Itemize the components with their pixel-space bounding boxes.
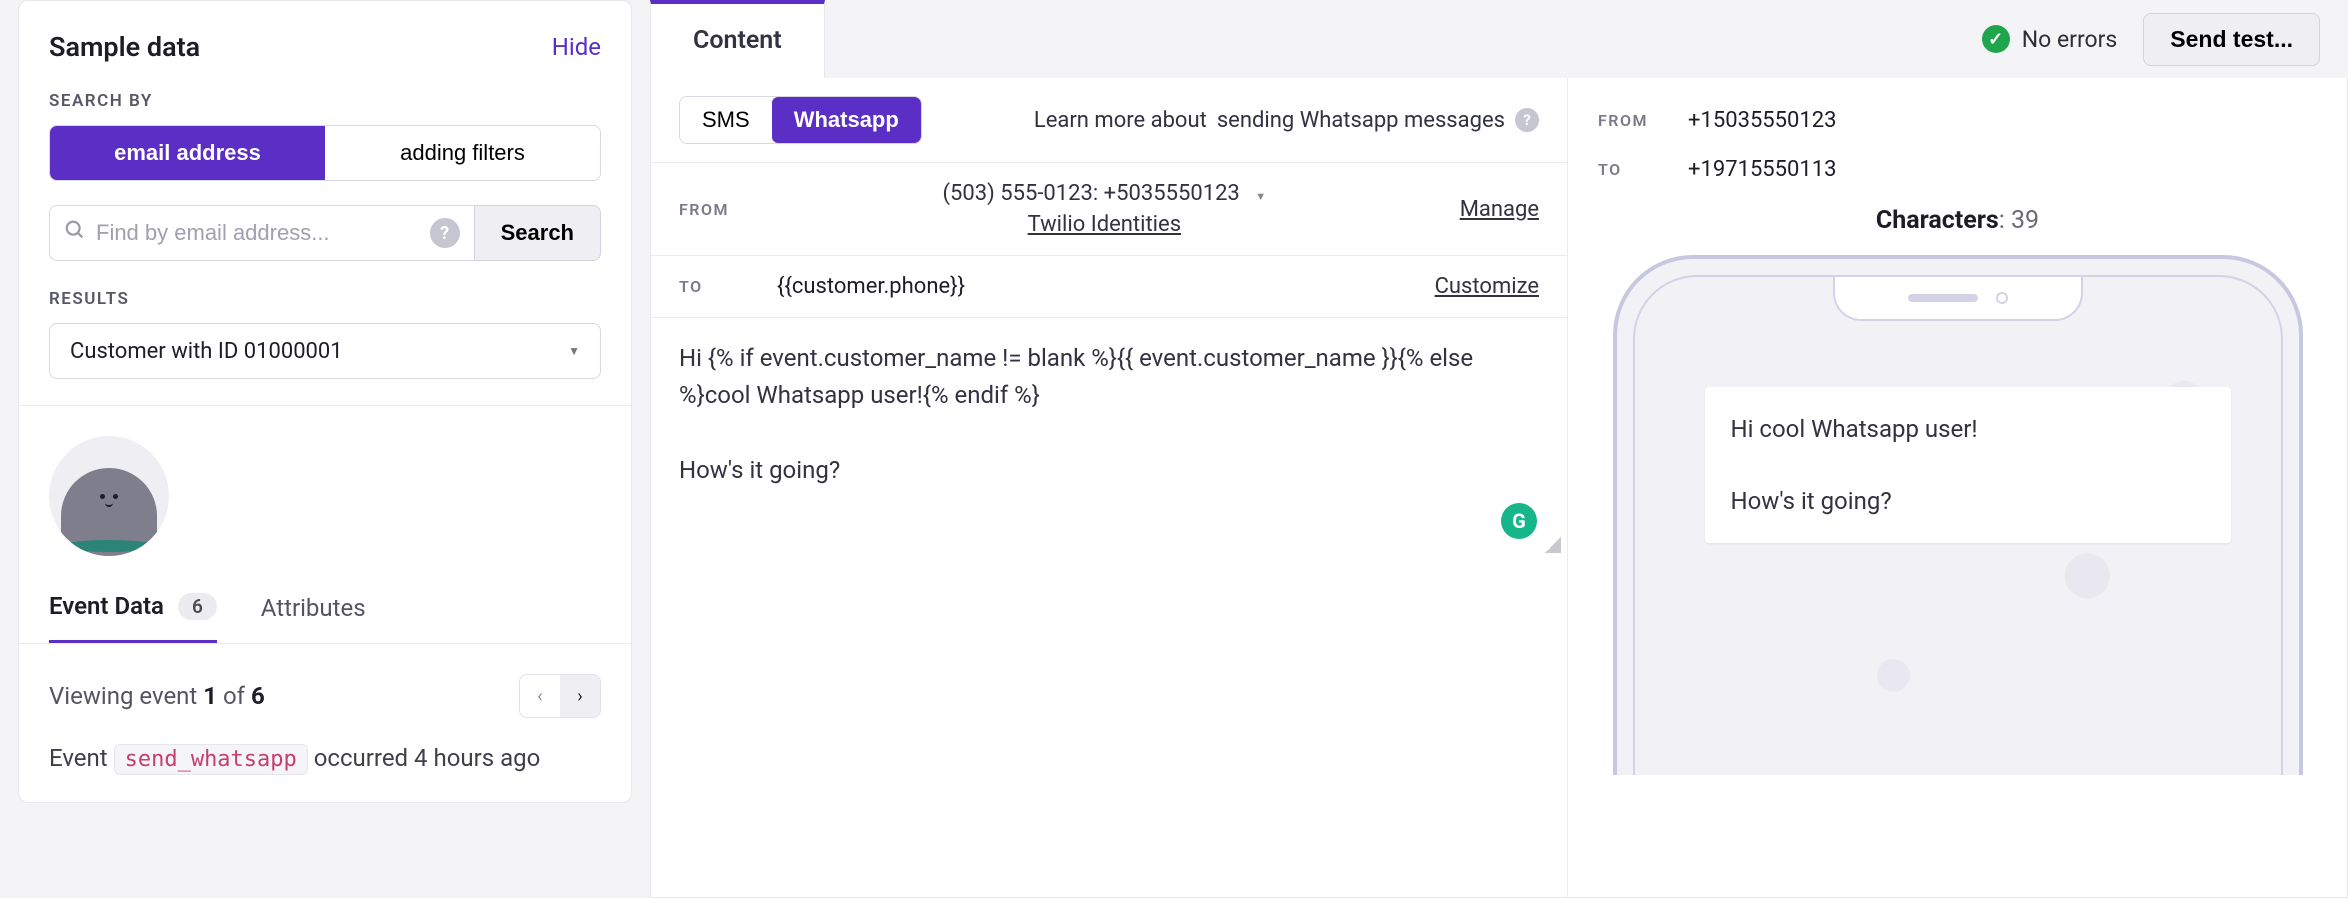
search-by-label: SEARCH BY — [49, 91, 601, 111]
grammarly-icon[interactable]: G — [1501, 503, 1537, 539]
viewing-event-text: Viewing event 1 of 6 — [49, 682, 265, 710]
camera-icon — [1996, 292, 2008, 304]
message-bubble: Hi cool Whatsapp user! How's it going? — [1705, 387, 2231, 543]
to-label: TO — [679, 277, 749, 296]
check-icon: ✓ — [1982, 25, 2010, 53]
pager-prev[interactable]: ‹ — [520, 675, 560, 717]
characters-value: 39 — [2011, 206, 2039, 235]
tab-event-data[interactable]: Event Data 6 — [49, 592, 217, 643]
preview-from-row: FROM +15035550123 — [1598, 96, 2317, 145]
to-value[interactable]: {{customer.phone}} — [777, 274, 1407, 299]
send-test-button[interactable]: Send test... — [2143, 13, 2320, 66]
preview-from-value: +15035550123 — [1688, 108, 1837, 133]
manage-link[interactable]: Manage — [1460, 197, 1539, 222]
learn-link[interactable]: sending Whatsapp messages — [1217, 108, 1505, 133]
results-select[interactable]: Customer with ID 01000001 ▼ — [49, 323, 601, 379]
viewing-total: 6 — [251, 682, 265, 710]
to-row: TO {{customer.phone}} Customize — [651, 255, 1567, 317]
event-description: Event send_whatsapp occurred 4 hours ago — [49, 718, 601, 772]
preview-from-label: FROM — [1598, 111, 1668, 130]
sample-data-title: Sample data — [49, 31, 200, 63]
twilio-identities-link[interactable]: Twilio Identities — [1028, 212, 1181, 237]
divider — [19, 405, 631, 406]
main-area: Content ✓ No errors Send test... SMS Wha… — [650, 0, 2348, 898]
event-prefix: Event — [49, 744, 114, 772]
help-icon[interactable]: ? — [430, 218, 460, 248]
seg-adding-filters[interactable]: adding filters — [325, 126, 600, 180]
results-value: Customer with ID 01000001 — [70, 339, 343, 364]
characters-count: Characters: 39 — [1598, 206, 2317, 235]
search-input[interactable] — [96, 220, 420, 246]
viewing-of: of — [217, 682, 251, 710]
preview-to-value: +19715550113 — [1688, 157, 1837, 182]
characters-label: Characters — [1876, 206, 1999, 235]
sample-data-header: Sample data Hide — [49, 31, 601, 63]
topbar: Content ✓ No errors Send test... — [650, 0, 2348, 78]
message-body-input[interactable]: Hi {% if event.customer_name != blank %}… — [651, 317, 1567, 557]
viewing-prefix: Viewing event — [49, 682, 203, 710]
from-row: FROM (503) 555-0123: +5035550123 ▼ Twili… — [651, 162, 1567, 255]
proto-sms[interactable]: SMS — [680, 97, 772, 143]
preview-to-label: TO — [1598, 160, 1668, 179]
chevron-down-icon: ▼ — [1255, 190, 1266, 203]
event-suffix: occurred 4 hours ago — [308, 744, 541, 772]
tab-content[interactable]: Content — [650, 0, 825, 78]
phone-screen: Hi cool Whatsapp user! How's it going? — [1633, 275, 2283, 775]
help-icon[interactable]: ? — [1515, 108, 1539, 132]
event-pager: ‹ › — [519, 674, 601, 718]
pager-next[interactable]: › — [560, 675, 600, 717]
data-tabs: Event Data 6 Attributes — [19, 592, 631, 644]
speaker-icon — [1908, 294, 1978, 302]
resize-handle[interactable] — [1545, 537, 1561, 553]
hide-link[interactable]: Hide — [552, 33, 601, 61]
proto-whatsapp[interactable]: Whatsapp — [772, 97, 921, 143]
customize-link[interactable]: Customize — [1435, 274, 1539, 299]
editor-column: SMS Whatsapp Learn more about sending Wh… — [651, 78, 1567, 897]
search-row: ? Search — [49, 205, 601, 261]
seg-email-address[interactable]: email address — [50, 126, 325, 180]
event-count-badge: 6 — [178, 593, 217, 620]
event-code: send_whatsapp — [114, 744, 308, 775]
preview-to-row: TO +19715550113 — [1598, 145, 2317, 194]
event-pager-row: Viewing event 1 of 6 ‹ › — [49, 644, 601, 718]
from-label: FROM — [679, 200, 749, 219]
protocol-row: SMS Whatsapp Learn more about sending Wh… — [651, 78, 1567, 162]
sample-data-panel: Sample data Hide SEARCH BY email address… — [18, 0, 632, 803]
tab-event-data-label: Event Data — [49, 592, 164, 620]
avatar — [49, 436, 169, 556]
phone-preview: Hi cool Whatsapp user! How's it going? — [1613, 255, 2303, 775]
phone-notch — [1833, 277, 2083, 321]
content-body: SMS Whatsapp Learn more about sending Wh… — [650, 78, 2348, 898]
learn-prefix: Learn more about — [1034, 108, 1207, 133]
from-value-wrap[interactable]: (503) 555-0123: +5035550123 ▼ Twilio Ide… — [777, 181, 1432, 237]
tab-attributes[interactable]: Attributes — [261, 592, 366, 643]
sample-data-sidebar: Sample data Hide SEARCH BY email address… — [0, 0, 650, 898]
chevron-down-icon: ▼ — [568, 344, 580, 358]
learn-more: Learn more about sending Whatsapp messag… — [1034, 108, 1539, 133]
from-value: (503) 555-0123: +5035550123 — [943, 181, 1240, 206]
search-icon — [64, 219, 86, 247]
protocol-segment: SMS Whatsapp — [679, 96, 922, 144]
search-by-segment: email address adding filters — [49, 125, 601, 181]
search-box[interactable]: ? — [49, 205, 474, 261]
results-label: RESULTS — [49, 289, 601, 309]
status-text: No errors — [2022, 26, 2118, 53]
search-button[interactable]: Search — [474, 205, 601, 261]
status-no-errors: ✓ No errors — [1982, 25, 2118, 53]
customer-avatar-wrap — [49, 436, 601, 556]
viewing-num: 1 — [203, 682, 217, 710]
preview-column: FROM +15035550123 TO +19715550113 Charac… — [1567, 78, 2347, 897]
